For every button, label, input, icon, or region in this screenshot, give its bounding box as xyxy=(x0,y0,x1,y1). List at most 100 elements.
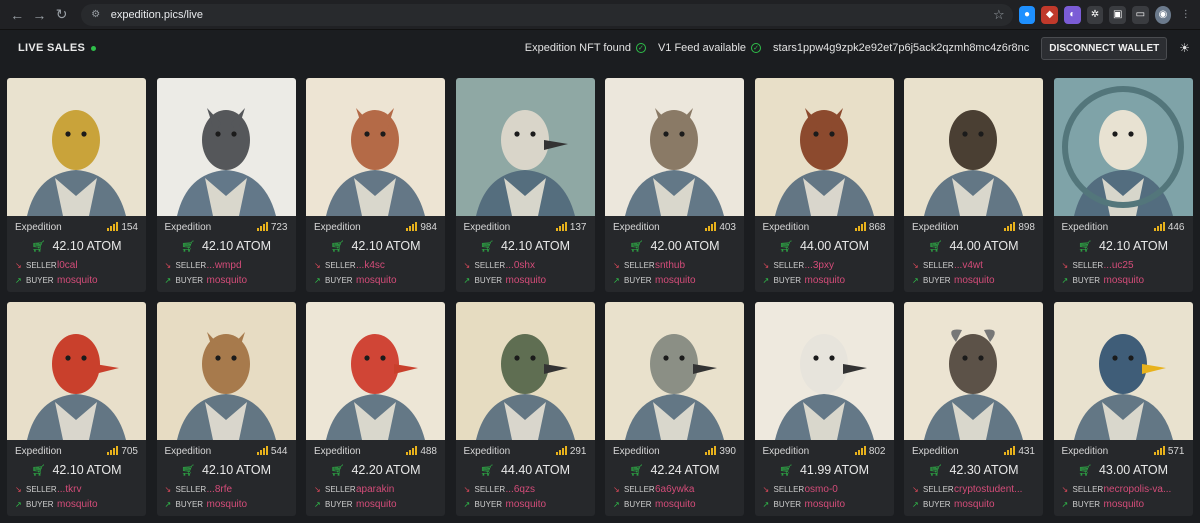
nft-image[interactable] xyxy=(754,78,894,216)
seller-address[interactable]: ...3pxy xyxy=(805,260,834,271)
forward-arrow-icon[interactable]: → xyxy=(28,3,50,27)
nft-image[interactable] xyxy=(904,78,1043,216)
buyer-address[interactable]: mosquito xyxy=(356,499,397,510)
extension-keplr-icon[interactable]: ◐ xyxy=(1064,5,1081,24)
sale-card[interactable]: Expedition 390 🛒︎ 42.24 ATOM ↘ SELLER 6a… xyxy=(605,302,744,516)
rarity-bars-icon xyxy=(854,222,866,231)
sale-card[interactable]: Expedition 154 🛒︎ 42.10 ATOM ↘ SELLER l0… xyxy=(7,78,146,292)
seller-address[interactable]: ...tkrv xyxy=(57,484,81,495)
cart-icon: 🛒︎ xyxy=(1078,464,1092,477)
reload-icon[interactable]: ↻ xyxy=(50,3,72,27)
browser-toolbar: ← → ↻ ⚙ expedition.pics/live ☆ ● ◆ ◐ ✲ ▣… xyxy=(0,0,1200,30)
nft-image[interactable] xyxy=(455,78,595,216)
nft-image[interactable] xyxy=(7,78,146,216)
nft-image[interactable] xyxy=(7,302,146,440)
seller-address[interactable]: aparakin xyxy=(356,484,394,495)
seller-address[interactable]: snthub xyxy=(655,260,685,271)
nft-image[interactable] xyxy=(156,302,296,440)
seller-address[interactable]: ...8rfe xyxy=(207,484,233,495)
extensions-puzzle-icon[interactable]: ▣ xyxy=(1109,5,1127,24)
nft-image[interactable] xyxy=(1053,78,1193,216)
seller-address[interactable]: cryptostudent... xyxy=(954,484,1022,495)
buyer-address[interactable]: mosquito xyxy=(954,499,995,510)
sale-card[interactable]: Expedition 705 🛒︎ 42.10 ATOM ↘ SELLER ..… xyxy=(7,302,146,516)
sale-card[interactable]: Expedition 488 🛒︎ 42.20 ATOM ↘ SELLER ap… xyxy=(306,302,445,516)
buyer-address[interactable]: mosquito xyxy=(57,275,98,286)
buyer-address[interactable]: mosquito xyxy=(57,499,98,510)
buyer-address[interactable]: mosquito xyxy=(1104,499,1145,510)
buyer-address[interactable]: mosquito xyxy=(805,499,846,510)
profile-avatar[interactable]: ◉ xyxy=(1154,5,1172,24)
buyer-address[interactable]: mosquito xyxy=(655,499,696,510)
sale-card[interactable]: Expedition 898 🛒︎ 44.00 ATOM ↘ SELLER ..… xyxy=(904,78,1043,292)
theme-toggle-sun-icon[interactable]: ☀ xyxy=(1179,41,1190,55)
extension-icon[interactable]: ● xyxy=(1018,5,1036,24)
trend-up-icon: ↗ xyxy=(1061,500,1069,509)
trend-down-icon: ↘ xyxy=(912,261,919,270)
sale-card[interactable]: Expedition 137 🛒︎ 42.10 ATOM ↘ SELLER ..… xyxy=(455,78,595,292)
cart-icon: 🛒︎ xyxy=(330,464,345,477)
disconnect-wallet-button[interactable]: DISCONNECT WALLET xyxy=(1041,36,1168,60)
buyer-address[interactable]: mosquito xyxy=(954,275,995,286)
nft-image[interactable] xyxy=(605,78,744,216)
seller-address[interactable]: ...wmpd xyxy=(207,260,242,271)
seller-address[interactable]: ...k4sc xyxy=(356,260,385,271)
sale-card[interactable]: Expedition 984 🛒︎ 42.10 ATOM ↘ SELLER ..… xyxy=(306,78,445,292)
buyer-row: ↗ BUYER mosquito xyxy=(912,497,1035,512)
site-info-icon[interactable]: ⚙ xyxy=(89,8,103,22)
cart-icon: 🛒︎ xyxy=(330,240,345,253)
wallet-address: stars1ppw4g9zpk2e92et7p6j5ack2qzmh8mc4z6… xyxy=(773,42,1030,54)
rarity-rank: 403 xyxy=(704,222,736,233)
seller-address[interactable]: ...6qzs xyxy=(506,484,535,495)
sale-card[interactable]: Expedition 868 🛒︎ 44.00 ATOM ↘ SELLER ..… xyxy=(754,78,894,292)
sale-card[interactable]: Expedition 802 🛒︎ 41.99 ATOM ↘ SELLER os… xyxy=(754,302,894,516)
buyer-row: ↗ BUYER mosquito xyxy=(763,497,886,512)
nft-image[interactable] xyxy=(306,302,445,440)
nft-image[interactable] xyxy=(306,78,445,216)
buyer-address[interactable]: mosquito xyxy=(506,275,547,286)
bookmark-star-icon[interactable]: ☆ xyxy=(993,7,1005,23)
nft-image[interactable] xyxy=(904,302,1043,440)
seller-address[interactable]: 6a6ywka xyxy=(655,484,694,495)
seller-address[interactable]: ...v4wt xyxy=(954,260,983,271)
seller-address[interactable]: l0cal xyxy=(57,260,78,271)
extension-gear-icon[interactable]: ✲ xyxy=(1086,5,1104,24)
buyer-address[interactable]: mosquito xyxy=(1104,275,1145,286)
sidebar-icon[interactable]: ▭ xyxy=(1132,5,1149,24)
rarity-rank: 544 xyxy=(256,446,288,457)
sale-card[interactable]: Expedition 403 🛒︎ 42.00 ATOM ↘ SELLER sn… xyxy=(605,78,744,292)
seller-label: SELLER xyxy=(474,261,506,270)
seller-address[interactable]: necropolis-va... xyxy=(1104,484,1172,495)
buyer-address[interactable]: mosquito xyxy=(356,275,397,286)
sale-card[interactable]: Expedition 431 🛒︎ 42.30 ATOM ↘ SELLER cr… xyxy=(904,302,1043,516)
rarity-rank: 802 xyxy=(854,446,886,457)
rank-value: 154 xyxy=(121,221,138,233)
sale-card[interactable]: Expedition 544 🛒︎ 42.10 ATOM ↘ SELLER ..… xyxy=(156,302,296,516)
back-arrow-icon[interactable]: ← xyxy=(6,3,28,27)
cart-icon: 🛒︎ xyxy=(928,240,943,253)
buyer-address[interactable]: mosquito xyxy=(805,275,846,286)
trend-down-icon: ↘ xyxy=(463,261,471,270)
nft-image[interactable] xyxy=(605,302,744,440)
menu-kebab-icon[interactable]: ⋮ xyxy=(1177,6,1194,24)
extension-fox-icon[interactable]: ◆ xyxy=(1041,5,1058,24)
address-bar[interactable]: ⚙ expedition.pics/live ☆ xyxy=(80,3,1013,26)
buyer-address[interactable]: mosquito xyxy=(506,499,547,510)
seller-row: ↘ SELLER ...8rfe xyxy=(165,482,288,497)
seller-address[interactable]: ...0shx xyxy=(506,260,535,271)
price: 🛒︎ 42.30 ATOM xyxy=(912,458,1035,482)
sale-card[interactable]: Expedition 291 🛒︎ 44.40 ATOM ↘ SELLER ..… xyxy=(455,302,595,516)
nft-image[interactable] xyxy=(1053,302,1193,440)
sale-card[interactable]: Expedition 571 🛒︎ 43.00 ATOM ↘ SELLER ne… xyxy=(1053,302,1193,516)
nft-image[interactable] xyxy=(754,302,894,440)
nft-image[interactable] xyxy=(455,302,595,440)
buyer-address[interactable]: mosquito xyxy=(655,275,696,286)
buyer-address[interactable]: mosquito xyxy=(207,499,248,510)
sale-card[interactable]: Expedition 446 🛒︎ 42.10 ATOM ↘ SELLER ..… xyxy=(1053,78,1193,292)
buyer-address[interactable]: mosquito xyxy=(207,275,248,286)
seller-address[interactable]: ...uc25 xyxy=(1104,260,1134,271)
sale-card[interactable]: Expedition 723 🛒︎ 42.10 ATOM ↘ SELLER ..… xyxy=(156,78,296,292)
seller-address[interactable]: osmo-0 xyxy=(805,484,838,495)
nft-image[interactable] xyxy=(156,78,296,216)
collection-name: Expedition xyxy=(15,221,62,233)
